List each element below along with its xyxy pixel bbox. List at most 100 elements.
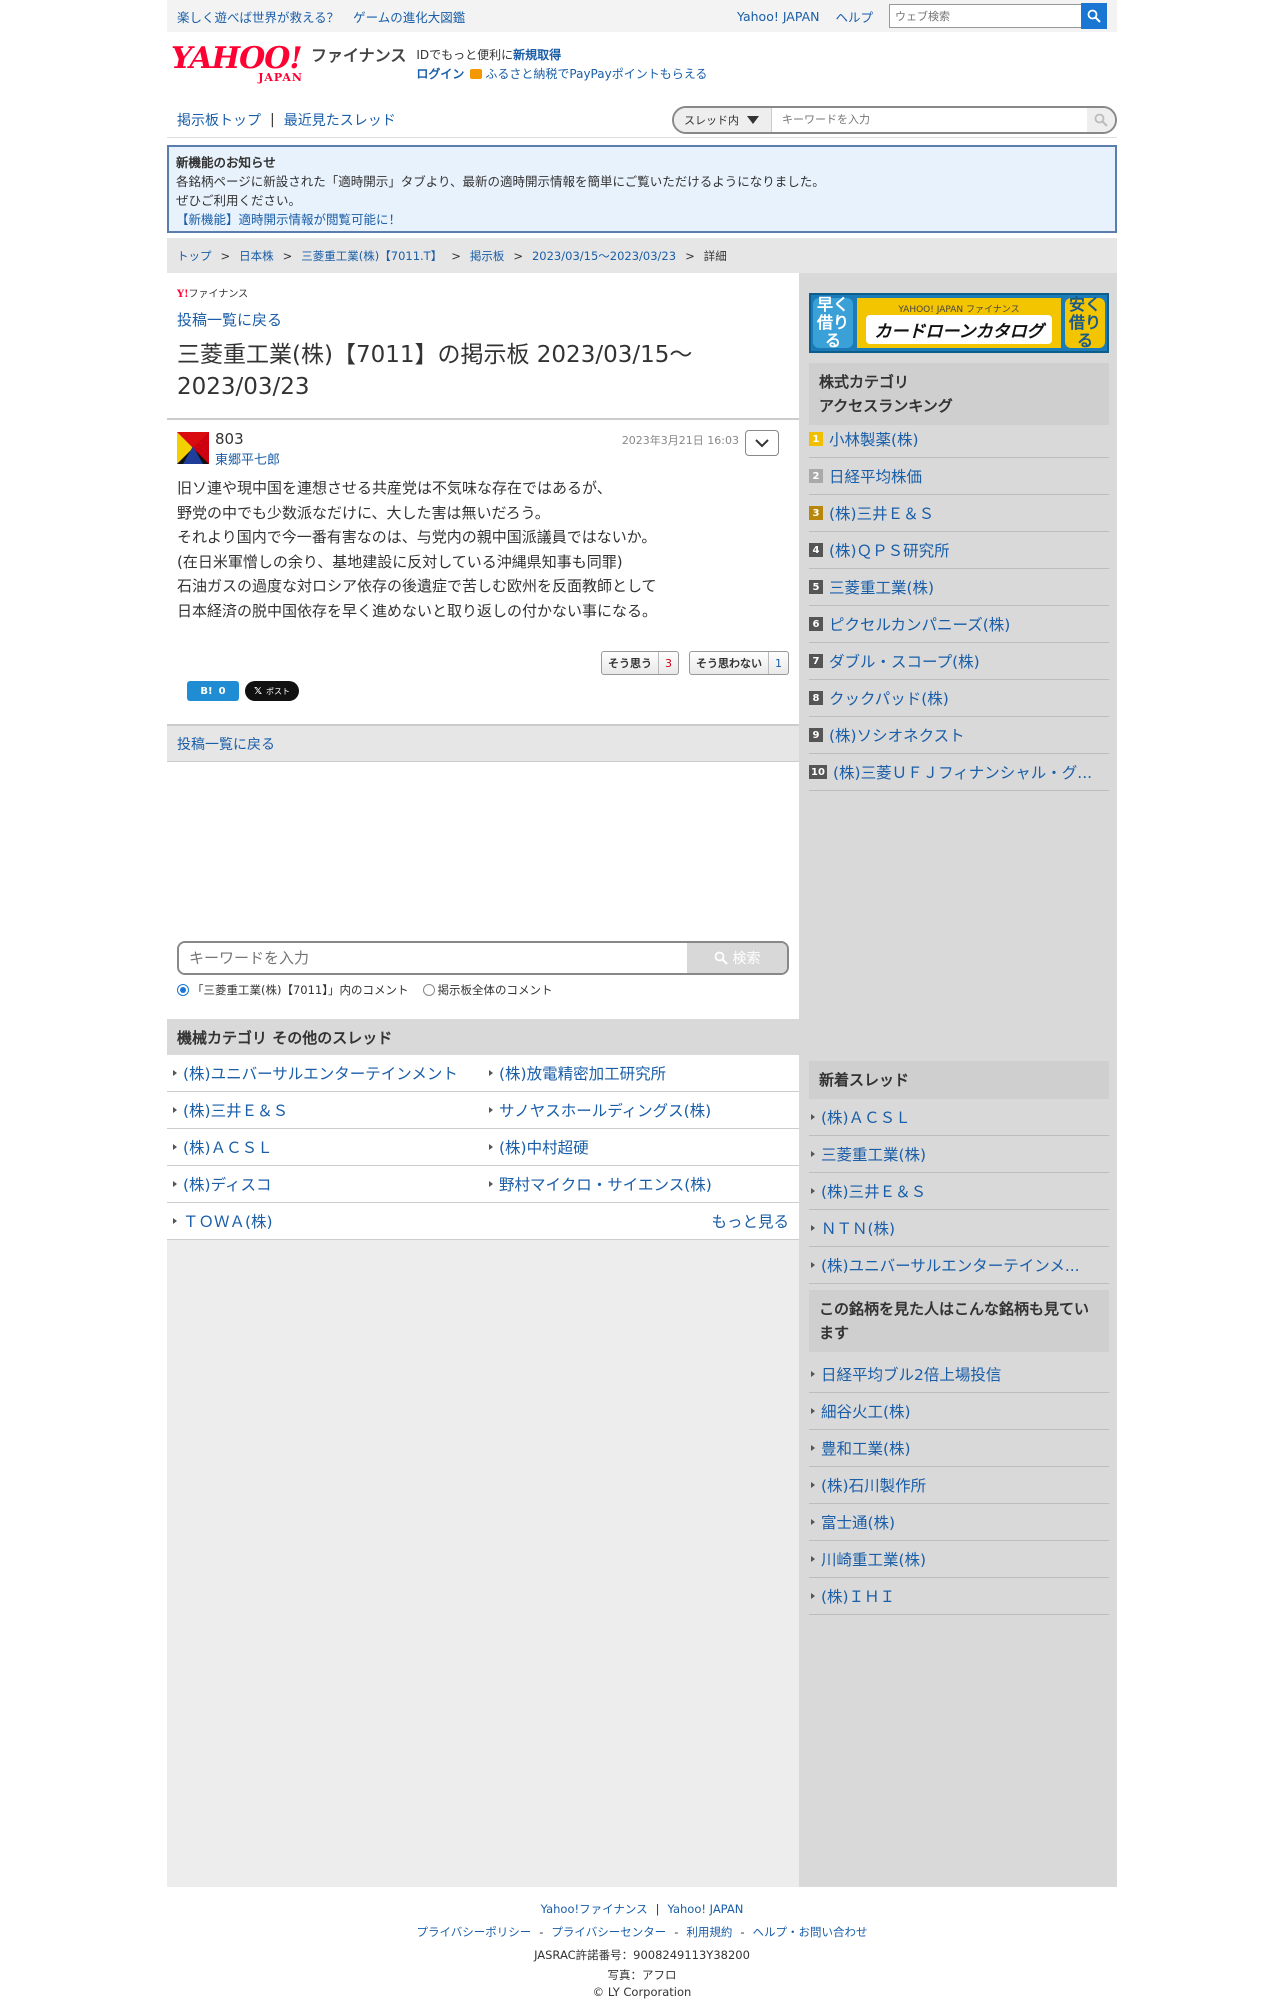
recent-threads-link[interactable]: 最近見たスレッド xyxy=(284,110,396,130)
new-thread-link[interactable]: (株)ＡＣＳＬ xyxy=(821,1106,911,1128)
more-threads-link[interactable]: もっと見る xyxy=(711,1210,799,1232)
yahoo-finance-logo[interactable]: YAHOO! JAPAN ファイナンス xyxy=(171,40,406,85)
promo-links: 楽しく遊べば世界が救える？ ゲームの進化大図鑑 xyxy=(177,7,465,26)
crumb-stock[interactable]: 三菱重工業(株)【7011.T】 xyxy=(301,248,442,264)
ranking-link[interactable]: 三菱重工業(株) xyxy=(829,576,934,598)
login-link[interactable]: ログイン xyxy=(416,67,464,81)
list-item[interactable]: (株)ユニバーサルエンターテインメ... xyxy=(809,1247,1109,1284)
user-name-link[interactable]: 東郷平七郎 xyxy=(215,449,280,468)
footer-finance-link[interactable]: Yahoo!ファイナンス xyxy=(541,1898,648,1921)
thread-link[interactable]: (株)ディスコ xyxy=(183,1173,272,1195)
list-item[interactable]: (株)ＡＣＳＬ xyxy=(809,1099,1109,1136)
crumb-japan-stocks[interactable]: 日本株 xyxy=(239,248,274,264)
ranking-item[interactable]: 3 (株)三井Ｅ＆Ｓ xyxy=(809,495,1109,532)
back-to-list-link[interactable]: 投稿一覧に戻る xyxy=(177,309,282,330)
also-viewed-link[interactable]: 川崎重工業(株) xyxy=(821,1548,926,1570)
list-item[interactable]: 豊和工業(株) xyxy=(809,1430,1109,1467)
thread-link[interactable]: 野村マイクロ・サイエンス(株) xyxy=(499,1173,712,1195)
ranking-item[interactable]: 6 ピクセルカンパニーズ(株) xyxy=(809,606,1109,643)
x-post-label: ポスト xyxy=(266,686,291,696)
id-text: IDでもっと便利に xyxy=(416,48,514,62)
footer-privacy-center-link[interactable]: プライバシーセンター xyxy=(551,1921,666,1944)
also-viewed-link[interactable]: (株)ＩＨＩ xyxy=(821,1585,895,1607)
also-viewed-link[interactable]: 細谷火工(株) xyxy=(821,1400,911,1422)
ranking-item[interactable]: 1 小林製薬(株) xyxy=(809,421,1109,458)
also-viewed-link[interactable]: (株)石川製作所 xyxy=(821,1474,926,1496)
ranking-item[interactable]: 5 三菱重工業(株) xyxy=(809,569,1109,606)
web-search-input[interactable] xyxy=(889,4,1081,28)
notice-title: 新機能のお知らせ xyxy=(176,155,276,170)
ranking-link[interactable]: (株)ＱＰＳ研究所 xyxy=(829,539,950,561)
hatena-bookmark-button[interactable]: B! 0 xyxy=(187,681,239,701)
ranking-link[interactable]: (株)三井Ｅ＆Ｓ xyxy=(829,502,934,524)
ranking-link[interactable]: 日経平均株価 xyxy=(829,465,922,487)
yahoo-japan-link[interactable]: Yahoo! JAPAN xyxy=(737,9,819,24)
list-item[interactable]: 細谷火工(株) xyxy=(809,1393,1109,1430)
thread-link[interactable]: ＴＯＷＡ(株) xyxy=(183,1210,273,1232)
ranking-link[interactable]: ピクセルカンパニーズ(株) xyxy=(829,613,1010,635)
new-thread-link[interactable]: (株)ユニバーサルエンターテインメ... xyxy=(821,1254,1080,1276)
ranking-item[interactable]: 7 ダブル・スコープ(株) xyxy=(809,643,1109,680)
signup-link[interactable]: 新規取得 xyxy=(513,48,561,62)
footer-help-link[interactable]: ヘルプ・お問い合わせ xyxy=(753,1921,868,1944)
thread-link[interactable]: サノヤスホールディングス(株) xyxy=(499,1099,711,1121)
list-item[interactable]: 三菱重工業(株) xyxy=(809,1136,1109,1173)
thread-link[interactable]: (株)ＡＣＳＬ xyxy=(183,1136,273,1158)
search-scope-select[interactable]: スレッド内 xyxy=(674,107,772,132)
crumb-top[interactable]: トップ xyxy=(177,248,212,264)
footer-privacy-policy-link[interactable]: プライバシーポリシー xyxy=(416,1921,531,1944)
new-thread-link[interactable]: (株)三井Ｅ＆Ｓ xyxy=(821,1180,926,1202)
ranking-link[interactable]: (株)三菱ＵＦＪフィナンシャル・グ... xyxy=(833,761,1092,783)
ranking-item[interactable]: 8 クックパッド(株) xyxy=(809,680,1109,717)
ranking-link[interactable]: クックパッド(株) xyxy=(829,687,949,709)
furusato-link[interactable]: ふるさと納税でPayPayポイントもらえる xyxy=(485,67,707,81)
list-item[interactable]: 富士通(株) xyxy=(809,1504,1109,1541)
help-link[interactable]: ヘルプ xyxy=(835,7,873,26)
thread-link[interactable]: (株)放電精密加工研究所 xyxy=(499,1062,666,1084)
thread-link[interactable]: (株)三井Ｅ＆Ｓ xyxy=(183,1099,288,1121)
list-item[interactable]: 川崎重工業(株) xyxy=(809,1541,1109,1578)
list-item[interactable]: (株)ＩＨＩ xyxy=(809,1578,1109,1615)
list-item[interactable]: (株)三井Ｅ＆Ｓ xyxy=(809,1173,1109,1210)
promo-link-2[interactable]: ゲームの進化大図鑑 xyxy=(353,7,465,26)
ranking-item[interactable]: 4 (株)ＱＰＳ研究所 xyxy=(809,532,1109,569)
keyword-search-input[interactable] xyxy=(179,943,687,973)
ranking-link[interactable]: 小林製薬(株) xyxy=(829,428,919,450)
ranking-link[interactable]: (株)ソシオネクスト xyxy=(829,724,965,746)
web-search-button[interactable] xyxy=(1081,3,1107,29)
list-item[interactable]: (株)石川製作所 xyxy=(809,1467,1109,1504)
ranking-link[interactable]: ダブル・スコープ(株) xyxy=(829,650,980,672)
new-thread-link[interactable]: ＮＴＮ(株) xyxy=(821,1217,895,1239)
notice-link[interactable]: 【新機能】適時開示情報が閲覧可能に！ xyxy=(176,212,401,227)
x-post-button[interactable]: 𝕏 ポスト xyxy=(245,681,299,701)
ranking-item[interactable]: 2 日経平均株価 xyxy=(809,458,1109,495)
crumb-board[interactable]: 掲示板 xyxy=(470,248,505,264)
list-item[interactable]: ＮＴＮ(株) xyxy=(809,1210,1109,1247)
also-viewed-link[interactable]: 富士通(株) xyxy=(821,1511,895,1533)
post-menu-button[interactable] xyxy=(745,430,779,456)
radio-thread-scope[interactable]: 「三菱重工業(株)【7011】」内のコメント xyxy=(177,982,409,998)
user-avatar[interactable] xyxy=(177,432,209,464)
footer-yahoo-link[interactable]: Yahoo! JAPAN xyxy=(668,1898,744,1921)
disagree-button[interactable]: そう思わない 1 xyxy=(689,651,789,675)
promo-link-1[interactable]: 楽しく遊べば世界が救える？ xyxy=(177,7,339,26)
card-loan-ad-banner[interactable]: 早く借りる YAHOO! JAPAN ファイナンス カードローンカタログ 安く借… xyxy=(809,293,1109,353)
board-search-input[interactable] xyxy=(772,107,1087,132)
footer-terms-link[interactable]: 利用規約 xyxy=(686,1921,732,1944)
board-top-link[interactable]: 掲示板トップ xyxy=(177,110,261,130)
also-viewed-link[interactable]: 日経平均ブル2倍上場投信 xyxy=(821,1363,1001,1385)
crumb-period[interactable]: 2023/03/15〜2023/03/23 xyxy=(532,248,676,264)
agree-button[interactable]: そう思う 3 xyxy=(601,651,679,675)
keyword-search-button[interactable]: 検索 xyxy=(687,943,787,973)
back-to-list-link-bottom[interactable]: 投稿一覧に戻る xyxy=(177,734,275,754)
bullet-icon xyxy=(811,1556,815,1562)
thread-link[interactable]: (株)ユニバーサルエンターテインメント xyxy=(183,1062,458,1084)
radio-all-scope[interactable]: 掲示板全体のコメント xyxy=(422,982,553,998)
also-viewed-link[interactable]: 豊和工業(株) xyxy=(821,1437,911,1459)
list-item[interactable]: 日経平均ブル2倍上場投信 xyxy=(809,1356,1109,1393)
board-search-button[interactable] xyxy=(1087,107,1115,132)
ranking-item[interactable]: 10 (株)三菱ＵＦＪフィナンシャル・グ... xyxy=(809,754,1109,791)
thread-link[interactable]: (株)中村超硬 xyxy=(499,1136,589,1158)
ranking-item[interactable]: 9 (株)ソシオネクスト xyxy=(809,717,1109,754)
new-thread-link[interactable]: 三菱重工業(株) xyxy=(821,1143,926,1165)
